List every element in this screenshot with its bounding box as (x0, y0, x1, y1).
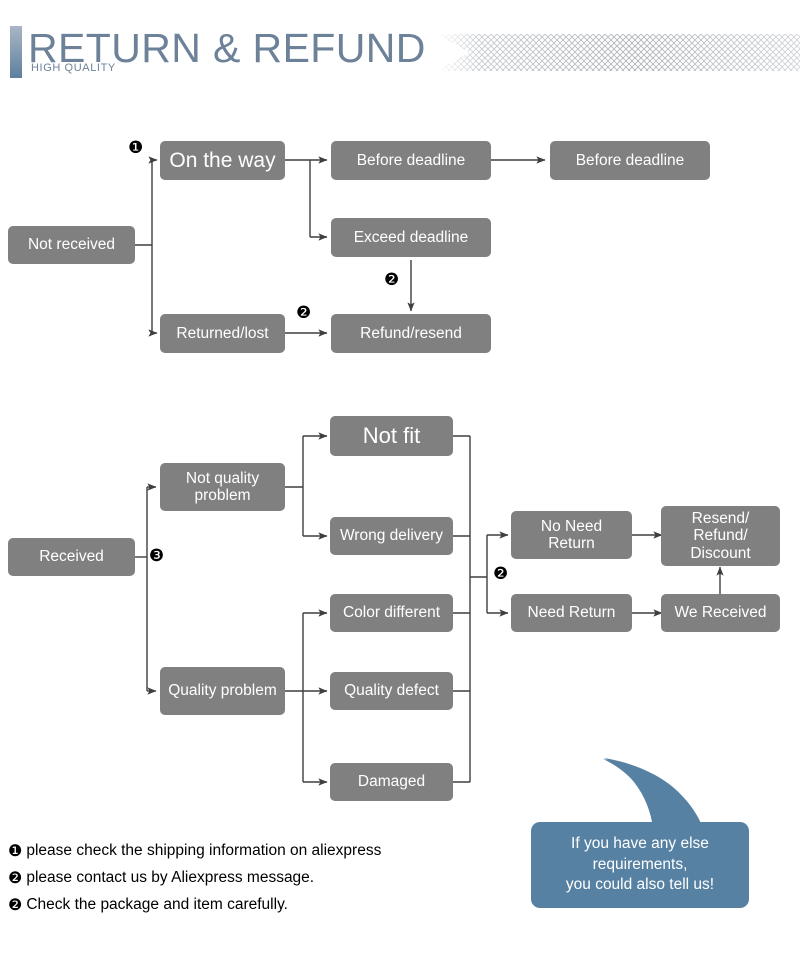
box-label: We Received (674, 604, 767, 622)
box-label: Not fit (362, 422, 421, 448)
speech-bubble-tail (603, 758, 703, 828)
marker-return-split: ❷ (493, 564, 509, 584)
footnote-text: Check the package and item carefully. (26, 896, 288, 913)
bubble-line-2: requirements, (592, 855, 688, 873)
title-accent-bar (10, 26, 22, 78)
marker-exceed-to-refund: ❷ (384, 270, 400, 290)
box-on-the-way[interactable]: On the way (160, 141, 285, 180)
box-wrong-delivery[interactable]: Wrong delivery (330, 517, 453, 555)
box-label: Damaged (357, 773, 426, 791)
footnote-3: ❷ Check the package and item carefully. (8, 896, 288, 914)
box-received[interactable]: Received (8, 538, 135, 576)
crosshatch-ribbon-decoration (437, 34, 800, 71)
box-label: Need Return (527, 604, 616, 622)
box-label: Not received (27, 236, 115, 254)
box-quality-problem[interactable]: Quality problem (160, 667, 285, 715)
box-label: Color different (342, 604, 441, 622)
box-refund-resend[interactable]: Refund/resend (331, 314, 491, 353)
box-returned-lost[interactable]: Returned/lost (160, 314, 285, 353)
bubble-line-3: you could also tell us! (565, 876, 715, 894)
box-label: Wrong delivery (339, 527, 444, 545)
box-not-fit[interactable]: Not fit (330, 416, 453, 456)
bubble-line-1: If you have any else (571, 835, 709, 853)
box-color-different[interactable]: Color different (330, 594, 453, 632)
box-quality-defect[interactable]: Quality defect (330, 672, 453, 710)
box-label: No Need Return (540, 517, 603, 552)
footnote-text: please check the shipping information on… (26, 842, 382, 859)
box-label: Quality defect (344, 682, 439, 700)
box-label: On the way (169, 148, 276, 172)
footnote-2: ❷ please contact us by Aliexpress messag… (8, 869, 314, 887)
box-no-need-return[interactable]: No Need Return (511, 511, 632, 559)
box-need-return[interactable]: Need Return (511, 594, 632, 632)
footnote-1: ❶ please check the shipping information … (8, 842, 381, 860)
box-exceed-deadline[interactable]: Exceed deadline (331, 218, 491, 257)
box-damaged[interactable]: Damaged (330, 763, 453, 801)
box-label: Received (39, 548, 104, 566)
marker-step-1: ❶ (128, 138, 144, 158)
box-resend-refund-discount[interactable]: Resend/ Refund/ Discount (661, 506, 780, 566)
box-label: Not quality problem (185, 469, 260, 504)
marker-returned-to-refund: ❷ (296, 303, 312, 323)
box-label: Returned/lost (176, 324, 269, 342)
box-label: Resend/ Refund/ Discount (690, 509, 751, 562)
footnote-number: ❷ (8, 868, 23, 887)
box-label: Before deadline (356, 151, 466, 169)
box-before-deadline-1[interactable]: Before deadline (331, 141, 491, 180)
box-label: Refund/resend (360, 324, 462, 342)
box-not-quality-problem[interactable]: Not quality problem (160, 463, 285, 511)
footnote-text: please contact us by Aliexpress message. (26, 869, 315, 886)
footnote-number: ❷ (8, 895, 23, 914)
box-label: Exceed deadline (353, 228, 469, 246)
box-we-received[interactable]: We Received (661, 594, 780, 632)
box-label: Before deadline (575, 151, 685, 169)
page-header: RETURN & REFUND HIGH QUALITY (0, 0, 800, 108)
footnote-number: ❶ (8, 841, 23, 860)
box-label: Quality problem (168, 682, 277, 700)
box-before-deadline-2[interactable]: Before deadline (550, 141, 710, 180)
speech-bubble: If you have any else requirements, you c… (531, 822, 749, 908)
marker-step-3: ❸ (149, 546, 165, 566)
page-subtitle: HIGH QUALITY (31, 62, 116, 74)
box-not-received[interactable]: Not received (8, 226, 135, 264)
